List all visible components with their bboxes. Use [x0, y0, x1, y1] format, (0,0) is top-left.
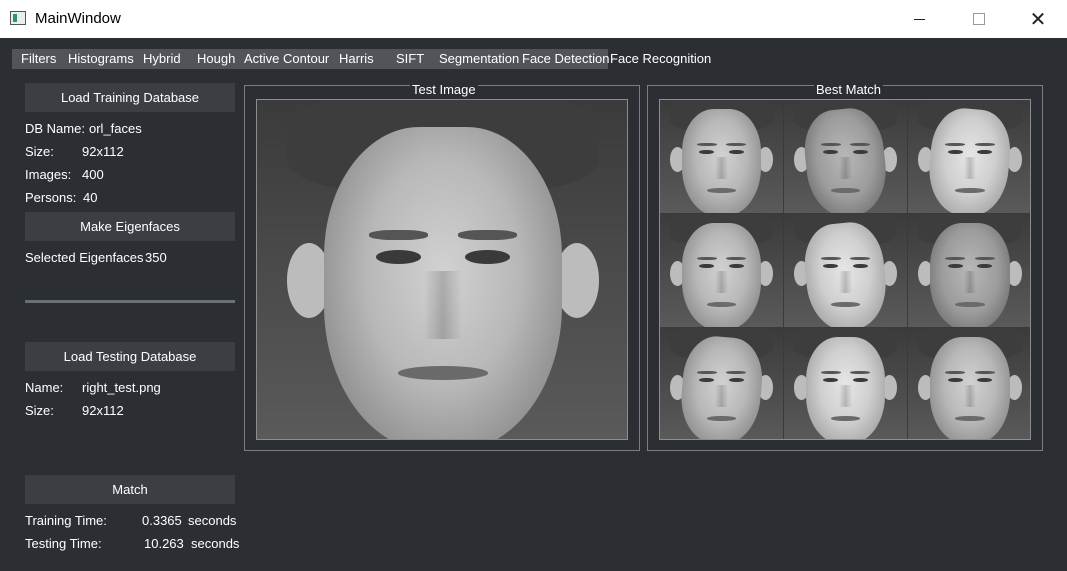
load-testing-database-button[interactable]: Load Testing Database	[25, 342, 235, 371]
match-face-4	[660, 214, 783, 327]
match-button[interactable]: Match	[25, 475, 235, 504]
persons-label: Persons:	[25, 190, 77, 205]
training-size-label: Size:	[25, 144, 54, 159]
test-image-title: Test Image	[410, 82, 478, 97]
match-face-9	[908, 328, 1030, 439]
db-name-label: DB Name:	[25, 121, 85, 136]
window-title: MainWindow	[35, 10, 121, 27]
match-face-6	[908, 214, 1030, 327]
match-face-2	[784, 100, 907, 213]
test-size-label: Size:	[25, 403, 54, 418]
eigenfaces-slider[interactable]	[25, 300, 235, 303]
tab-histograms[interactable]: Histograms	[68, 51, 134, 66]
tab-active-contour[interactable]: Active Contour	[244, 51, 329, 66]
training-time-value: 0.3365	[142, 513, 182, 528]
load-training-database-button[interactable]: Load Training Database	[25, 83, 235, 112]
minimize-button[interactable]	[896, 0, 942, 38]
tab-face-detection[interactable]: Face Detection	[522, 51, 609, 66]
match-face-7	[660, 328, 783, 439]
testing-time-value: 10.263	[144, 536, 184, 551]
tab-hough[interactable]: Hough	[197, 51, 235, 66]
match-face-3	[908, 100, 1030, 213]
images-label: Images:	[25, 167, 72, 182]
close-button[interactable]: ✕	[1015, 0, 1061, 38]
minimize-icon	[913, 18, 925, 20]
test-image-frame	[256, 99, 628, 440]
testing-time-unit: seconds	[191, 536, 240, 551]
selected-eigenfaces-label: Selected Eigenfaces	[25, 250, 144, 265]
app-icon	[10, 11, 26, 25]
test-name-label: Name:	[25, 380, 64, 395]
tab-segmentation[interactable]: Segmentation	[439, 51, 519, 66]
training-time-label: Training Time:	[25, 513, 107, 528]
selected-eigenfaces-value: 350	[145, 250, 167, 265]
training-size-value: 92x112	[82, 144, 124, 159]
maximize-icon	[973, 13, 985, 25]
test-name-value: right_test.png	[82, 380, 161, 395]
match-face-5	[784, 214, 907, 327]
tab-sift[interactable]: SIFT	[396, 51, 424, 66]
close-icon: ✕	[1029, 7, 1047, 31]
db-name-value: orl_faces	[89, 121, 142, 136]
tab-hybrid[interactable]: Hybrid	[143, 51, 181, 66]
maximize-button[interactable]	[956, 0, 1002, 38]
best-match-title: Best Match	[814, 82, 884, 97]
title-bar: MainWindow ✕	[0, 0, 1067, 38]
persons-value: 40	[83, 190, 98, 205]
make-eigenfaces-button[interactable]: Make Eigenfaces	[25, 212, 235, 241]
images-value: 400	[82, 167, 104, 182]
match-face-1	[660, 100, 783, 213]
test-face-image	[257, 100, 627, 439]
match-face-8	[784, 328, 907, 439]
tab-face-recognition[interactable]: Face Recognition	[610, 51, 711, 66]
best-match-frame	[659, 99, 1031, 440]
tab-harris[interactable]: Harris	[339, 51, 374, 66]
tab-filters[interactable]: Filters	[21, 51, 56, 66]
testing-time-label: Testing Time:	[25, 536, 102, 551]
training-time-unit: seconds	[188, 513, 237, 528]
test-size-value: 92x112	[82, 403, 124, 418]
